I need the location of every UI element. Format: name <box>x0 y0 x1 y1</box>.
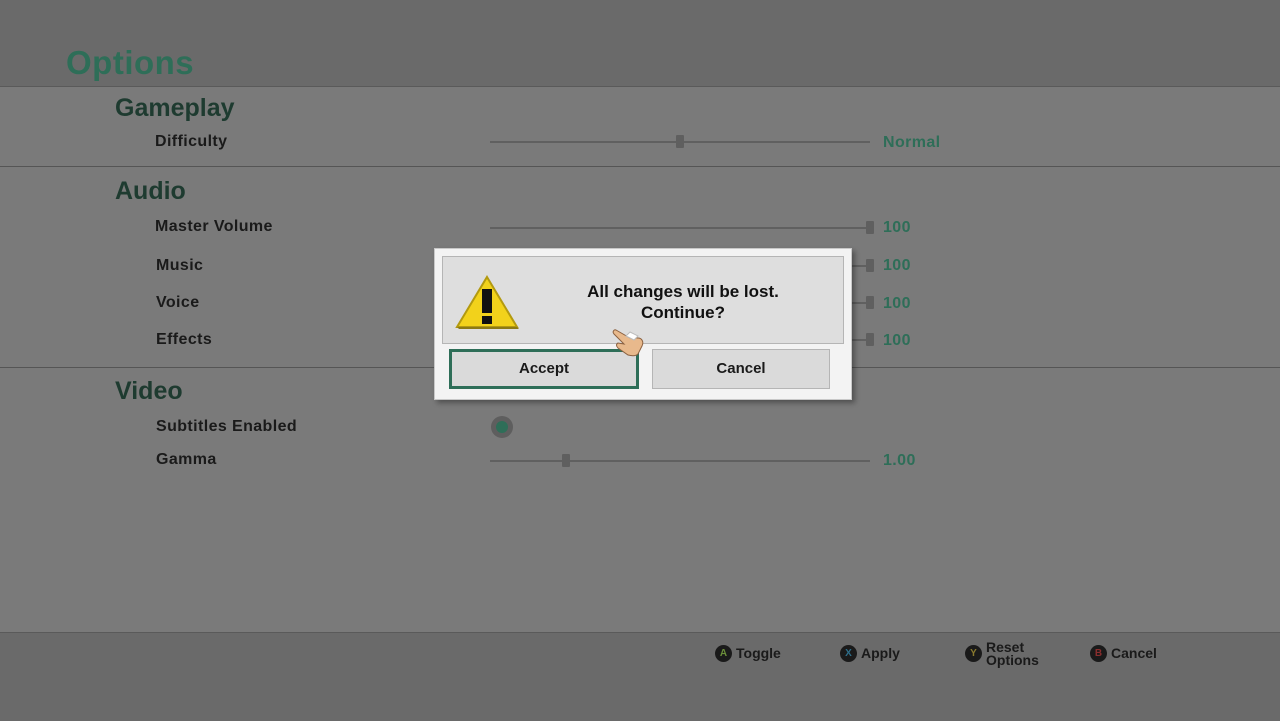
hand-cursor-icon <box>612 329 644 357</box>
gamma-value: 1.00 <box>883 452 916 469</box>
a-button-icon: A <box>715 645 732 662</box>
master-volume-slider[interactable] <box>490 227 870 229</box>
warning-icon <box>455 275 519 329</box>
dialog-message-line1: All changes will be lost. <box>587 282 779 301</box>
b-button-icon: B <box>1090 645 1107 662</box>
cancel-button[interactable]: Cancel <box>652 349 830 389</box>
gamma-slider[interactable] <box>490 460 870 462</box>
master-volume-value: 100 <box>883 219 911 236</box>
effects-slider-thumb[interactable] <box>866 333 874 346</box>
confirm-dialog: All changes will be lost. Continue? Acce… <box>434 248 852 400</box>
footer-band <box>0 632 1280 721</box>
music-label: Music <box>156 257 204 274</box>
master-volume-label: Master Volume <box>155 218 273 235</box>
subtitles-label: Subtitles Enabled <box>156 418 298 435</box>
hint-toggle-label: Toggle <box>736 645 781 661</box>
effects-value: 100 <box>883 332 911 349</box>
subtitles-toggle[interactable] <box>491 416 513 438</box>
x-button-icon: X <box>840 645 857 662</box>
difficulty-slider-thumb[interactable] <box>676 135 684 148</box>
section-title-gameplay: Gameplay <box>115 94 235 122</box>
page-title: Options <box>66 44 195 81</box>
hint-reset-label-line2: Options <box>986 652 1039 668</box>
section-title-video: Video <box>115 377 183 405</box>
music-slider-thumb[interactable] <box>866 259 874 272</box>
hint-apply-label: Apply <box>861 645 900 661</box>
voice-value: 100 <box>883 295 911 312</box>
gamma-label: Gamma <box>156 451 217 468</box>
effects-label: Effects <box>156 331 213 348</box>
y-button-icon: Y <box>965 645 982 662</box>
divider <box>0 166 1280 167</box>
section-title-audio: Audio <box>115 177 186 205</box>
difficulty-label: Difficulty <box>155 133 228 150</box>
master-volume-slider-thumb[interactable] <box>866 221 874 234</box>
gamma-slider-thumb[interactable] <box>562 454 570 467</box>
difficulty-value: Normal <box>883 134 941 151</box>
music-value: 100 <box>883 257 911 274</box>
hint-cancel-label: Cancel <box>1111 645 1157 661</box>
voice-label: Voice <box>156 294 200 311</box>
voice-slider-thumb[interactable] <box>866 296 874 309</box>
dialog-message: All changes will be lost. Continue? <box>563 281 803 323</box>
dialog-message-line2: Continue? <box>640 303 726 322</box>
subtitles-toggle-dot <box>496 421 508 433</box>
